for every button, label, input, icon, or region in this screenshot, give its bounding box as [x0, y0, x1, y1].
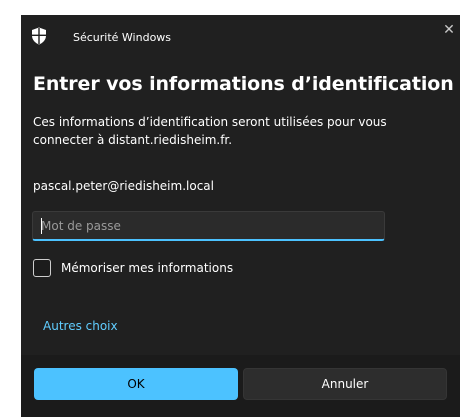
username-label: pascal.peter@riedisheim.local	[33, 179, 214, 193]
credential-dialog: Sécurité Windows ✕ Entrer vos informatio…	[21, 15, 460, 417]
close-icon: ✕	[443, 22, 455, 38]
ok-button[interactable]: OK	[34, 368, 238, 400]
title-bar: Sécurité Windows ✕	[21, 15, 460, 59]
text-caret	[41, 218, 42, 234]
window-title: Sécurité Windows	[73, 31, 172, 44]
password-input[interactable]	[32, 211, 385, 241]
cancel-button[interactable]: Annuler	[243, 368, 447, 400]
other-choices-link[interactable]: Autres choix	[43, 319, 118, 333]
checkbox-icon[interactable]	[33, 259, 51, 277]
dialog-heading: Entrer vos informations d’identification	[33, 73, 454, 95]
remember-credentials[interactable]: Mémoriser mes informations	[33, 259, 233, 277]
button-bar: OK Annuler	[21, 355, 460, 417]
close-button[interactable]: ✕	[438, 15, 460, 45]
remember-label: Mémoriser mes informations	[61, 261, 234, 275]
shield-icon	[32, 27, 46, 45]
dialog-description: Ces informations d’identification seront…	[33, 115, 387, 147]
